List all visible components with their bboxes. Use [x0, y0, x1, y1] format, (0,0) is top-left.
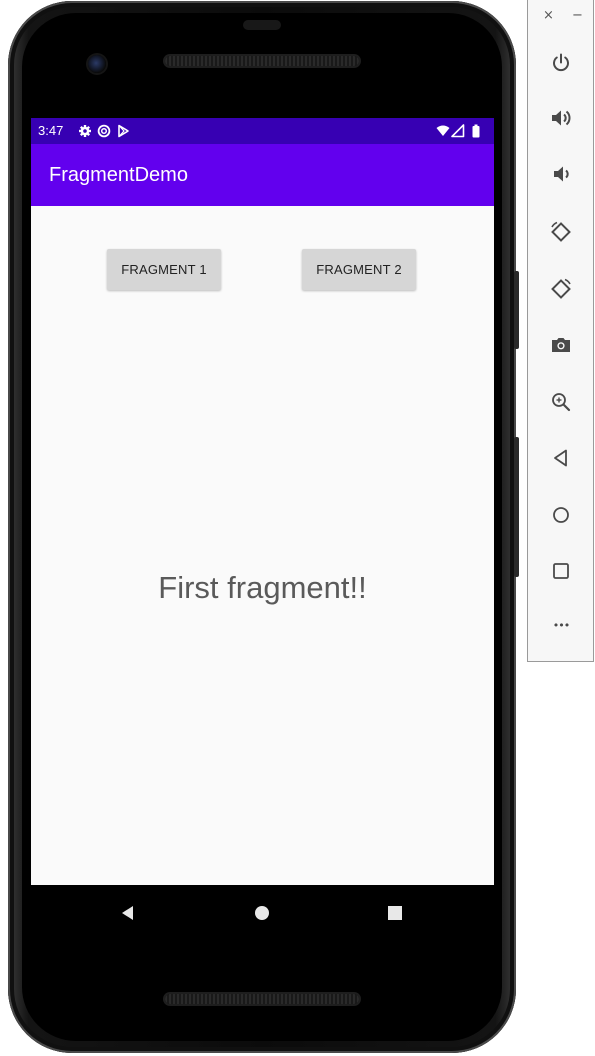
volume-up-icon	[552, 110, 571, 126]
fragment-1-button[interactable]: FRAGMENT 1	[107, 249, 221, 290]
volume-down-icon	[554, 166, 569, 182]
app-bar: FragmentDemo	[31, 144, 494, 206]
fragment-text: First fragment!!	[158, 570, 367, 605]
more-icon: •••	[552, 619, 570, 632]
home-icon	[553, 507, 569, 523]
volume-down-button[interactable]	[549, 162, 573, 186]
wifi-icon	[436, 125, 450, 136]
power-icon	[553, 53, 569, 72]
rotate-left-icon	[551, 221, 571, 242]
volume-side-button	[514, 437, 519, 577]
bottom-speaker	[165, 994, 359, 1004]
camera-icon	[552, 338, 570, 352]
power-side-button	[514, 271, 519, 349]
screenshot-button[interactable]	[549, 333, 573, 357]
volume-up-button[interactable]	[549, 106, 573, 130]
front-camera	[88, 55, 106, 73]
recents-icon[interactable]	[384, 902, 406, 924]
battery-icon	[472, 124, 480, 138]
emulator-home-button[interactable]	[549, 503, 573, 527]
zoom-button[interactable]	[549, 390, 573, 414]
close-window-button[interactable]: ×	[543, 9, 554, 22]
navigation-bar	[31, 885, 494, 941]
overview-icon	[553, 563, 569, 579]
rotate-right-icon	[551, 278, 571, 299]
emulator-back-button[interactable]	[549, 446, 573, 470]
signal-icon	[451, 124, 465, 138]
earpiece-speaker	[165, 56, 359, 66]
data-saver-icon	[97, 124, 111, 138]
rotate-right-button[interactable]	[549, 277, 573, 301]
back-icon	[554, 449, 567, 467]
zoom-icon	[552, 393, 571, 412]
fragment-2-button[interactable]: FRAGMENT 2	[302, 249, 416, 290]
emulator-overview-button[interactable]	[549, 559, 573, 583]
emulator-toolbar: × − •••	[527, 0, 594, 662]
app-title: FragmentDemo	[49, 164, 188, 186]
home-icon[interactable]	[251, 902, 273, 924]
rotate-left-button[interactable]	[549, 220, 573, 244]
gear-icon	[79, 125, 91, 137]
minimize-window-button[interactable]: −	[572, 9, 583, 22]
power-button[interactable]	[549, 51, 573, 75]
play-store-icon	[118, 124, 129, 138]
more-button[interactable]: •••	[549, 617, 573, 635]
status-bar: 3:47	[31, 118, 494, 144]
status-time: 3:47	[38, 123, 64, 138]
top-sensor	[243, 20, 281, 30]
back-icon[interactable]	[117, 902, 139, 924]
device-screen: 3:47 FragmentDemo FRAGMENT 1 FRAGMENT 2 …	[31, 118, 494, 885]
